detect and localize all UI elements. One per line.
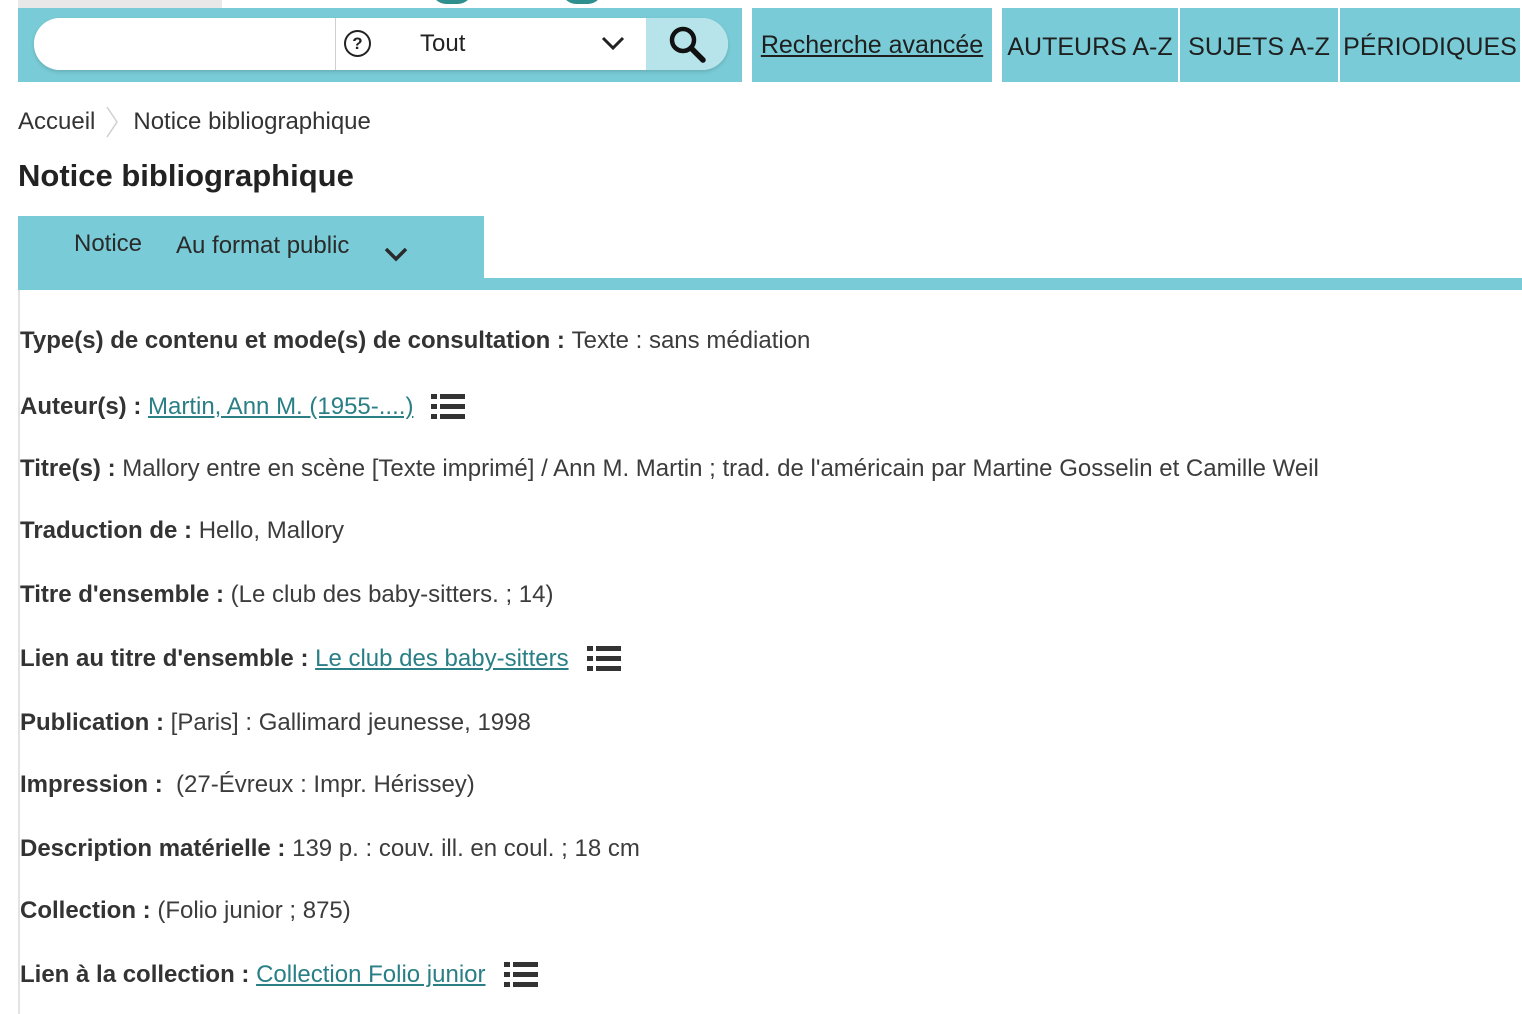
search-icon (669, 26, 706, 63)
field-content-type: Type(s) de contenu et mode(s) de consult… (20, 324, 810, 358)
search-scope-value: Tout (420, 30, 466, 57)
field-value: Texte : sans médiation (571, 327, 811, 354)
tab-format-select[interactable]: Au format public (176, 232, 349, 260)
help-icon[interactable]: ? (344, 30, 371, 57)
list-icon[interactable] (503, 962, 538, 988)
search-button[interactable] (646, 18, 728, 70)
field-label: Publication : (20, 709, 164, 736)
chevron-down-icon[interactable] (382, 240, 410, 268)
breadcrumb-separator-icon (106, 106, 119, 138)
field-value: [Paris] : Gallimard jeunesse, 1998 (170, 709, 531, 736)
field-titles: Titre(s) : Mallory entre en scène [Texte… (20, 452, 1319, 486)
search-scope-select[interactable]: Tout (388, 18, 646, 70)
advanced-search-panel: Recherche avancée (752, 8, 992, 82)
search-input[interactable] (34, 18, 336, 70)
breadcrumb: Accueil Notice bibliographique (18, 104, 371, 140)
field-label: Impression : (20, 771, 163, 798)
advanced-search-link[interactable]: Recherche avancée (761, 31, 983, 60)
breadcrumb-current: Notice bibliographique (133, 108, 371, 135)
breadcrumb-home[interactable]: Accueil (18, 108, 95, 136)
field-value: (27-Évreux : Impr. Hérissey) (176, 771, 475, 798)
search-box: ? Tout (34, 18, 728, 70)
field-collection: Collection : (Folio junior ; 875) (20, 894, 351, 928)
list-icon[interactable] (586, 646, 621, 672)
field-label: Description matérielle : (20, 835, 286, 862)
field-value: 139 p. : couv. ill. en coul. ; 18 cm (292, 835, 640, 862)
field-label: Auteur(s) : (20, 393, 142, 420)
field-label: Traduction de : (20, 517, 193, 544)
nav-subjects-az[interactable]: SUJETS A-Z (1180, 8, 1340, 82)
field-value: Hello, Mallory (198, 517, 345, 544)
field-value: Mallory entre en scène [Texte imprimé] /… (122, 455, 1319, 482)
list-icon[interactable] (431, 394, 466, 420)
tab-divider (18, 278, 1522, 290)
chevron-down-icon (601, 36, 625, 51)
field-collection-link: Lien à la collection : Collection Folio … (20, 958, 538, 992)
field-label: Titre(s) : (20, 455, 116, 482)
search-bar: ? Tout (18, 8, 742, 82)
nav-authors-az[interactable]: AUTEURS A-Z (1002, 8, 1180, 82)
field-physical-description: Description matérielle : 139 p. : couv. … (20, 832, 640, 866)
tab-notice[interactable]: Notice (74, 230, 142, 258)
field-value: (Folio junior ; 875) (157, 897, 351, 924)
field-value: (Le club des baby-sitters. ; 14) (230, 581, 554, 608)
field-authors: Auteur(s) : Martin, Ann M. (1955-....) (20, 390, 466, 424)
main-nav: AUTEURS A-Z SUJETS A-Z PÉRIODIQUES (1002, 8, 1520, 82)
field-label: Titre d'ensemble : (20, 581, 224, 608)
field-series-link: Lien au titre d'ensemble : Le club des b… (20, 642, 621, 676)
field-label: Lien au titre d'ensemble : (20, 645, 309, 672)
field-label: Lien à la collection : (20, 961, 250, 988)
logo-strip (18, 0, 222, 8)
field-publication: Publication : [Paris] : Gallimard jeunes… (20, 706, 531, 740)
field-printing: Impression : (27-Évreux : Impr. Hérissey… (20, 768, 475, 802)
page-title: Notice bibliographique (18, 158, 354, 193)
nav-periodicals[interactable]: PÉRIODIQUES (1340, 8, 1520, 82)
field-translation: Traduction de : Hello, Mallory (20, 514, 344, 548)
collection-link[interactable]: Collection Folio junior (256, 961, 485, 989)
tab-bar: Notice Au format public (18, 216, 484, 280)
logo-fragment (432, 0, 472, 4)
series-link[interactable]: Le club des baby-sitters (315, 645, 568, 673)
field-label: Collection : (20, 897, 151, 924)
field-label: Type(s) de contenu et mode(s) de consult… (20, 327, 565, 354)
field-series-title: Titre d'ensemble : (Le club des baby-sit… (20, 578, 554, 612)
logo-fragment (562, 0, 602, 4)
author-link[interactable]: Martin, Ann M. (1955-....) (148, 393, 413, 421)
